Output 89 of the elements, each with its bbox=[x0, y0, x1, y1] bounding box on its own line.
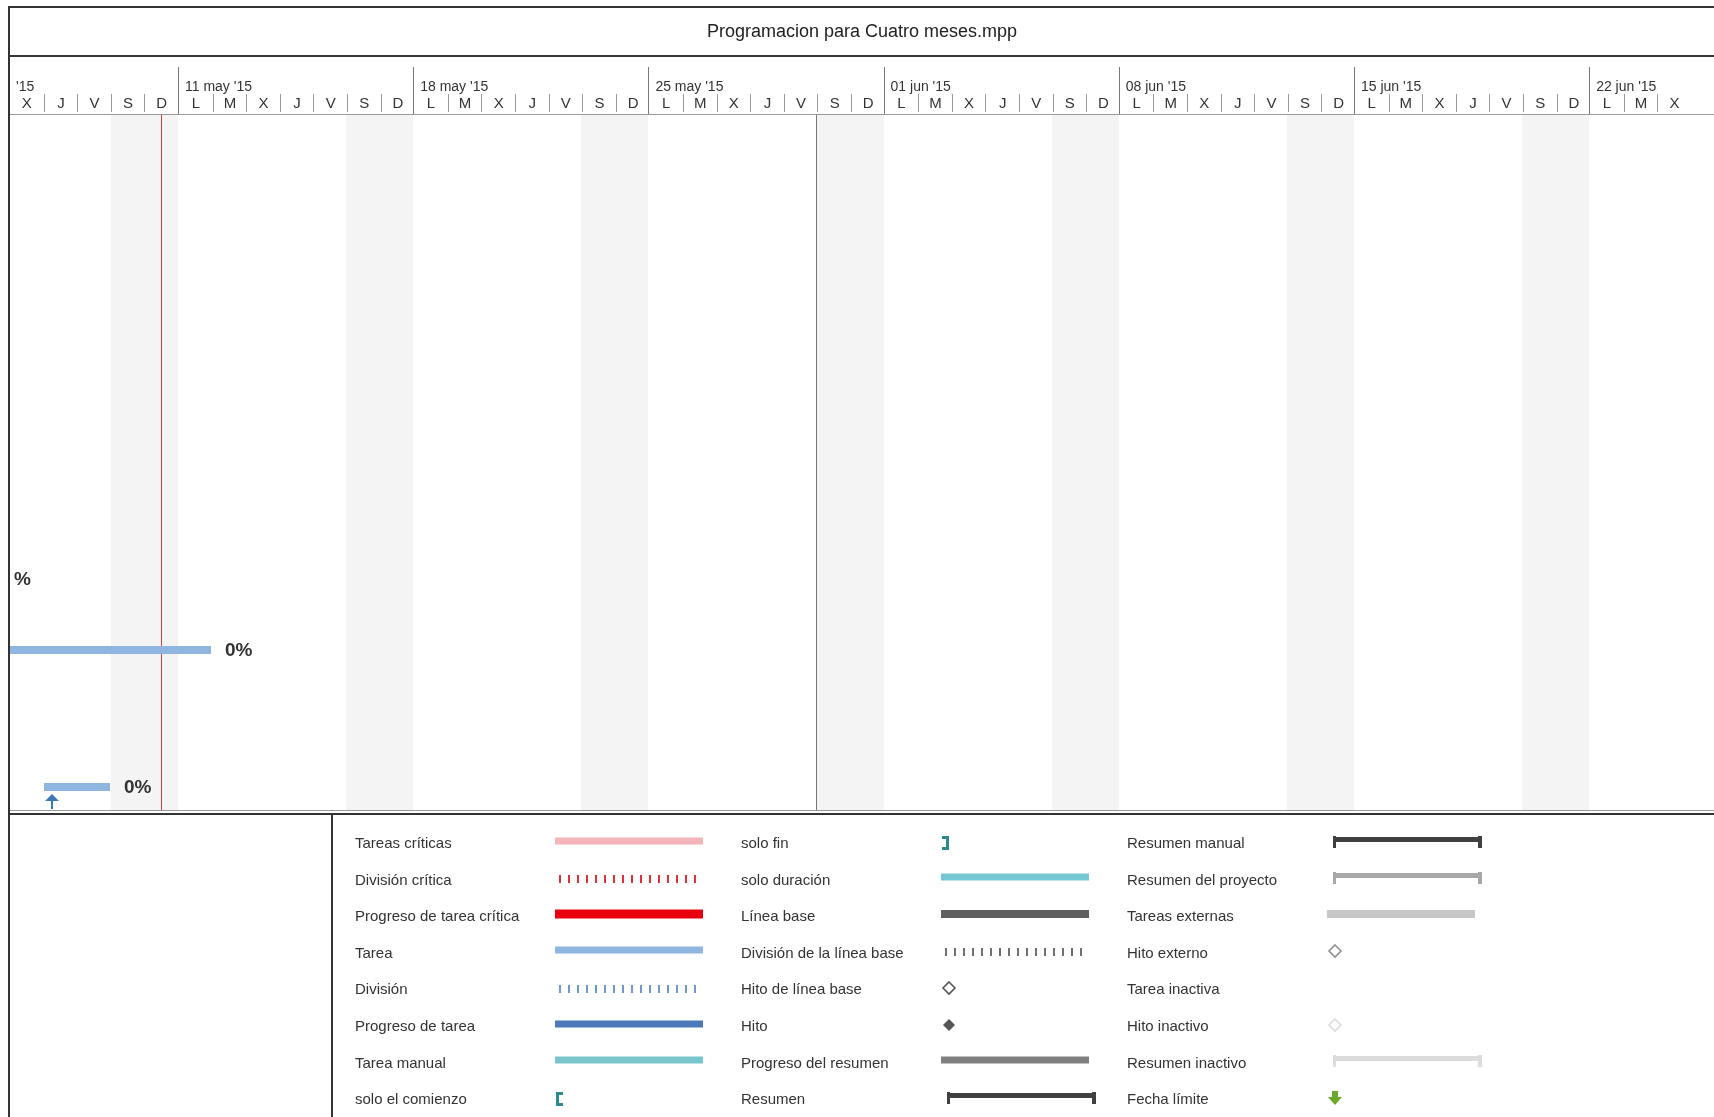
legend-label: Hito externo bbox=[1127, 943, 1209, 961]
day-label: S bbox=[582, 93, 616, 112]
day-label: X bbox=[246, 93, 280, 112]
legend-label: Progreso de tarea crítica bbox=[355, 907, 521, 925]
legend-label: Tareas externas bbox=[1127, 907, 1235, 925]
legend-label: Fecha límite bbox=[1127, 1090, 1210, 1108]
day-label: L bbox=[425, 93, 437, 112]
day-label: X bbox=[1657, 93, 1691, 112]
percent-complete-label: % bbox=[14, 567, 31, 590]
day-label: L bbox=[661, 93, 672, 112]
day-label: V bbox=[783, 93, 818, 112]
legend-label: Resumen del proyecto bbox=[1127, 870, 1279, 888]
legend-label: Tarea inactiva bbox=[1127, 980, 1221, 998]
day-label: X bbox=[481, 93, 515, 112]
day-label: J bbox=[1455, 93, 1490, 112]
week-label: '15 bbox=[15, 77, 35, 94]
day-label: J bbox=[985, 93, 1019, 112]
day-label: L bbox=[1131, 93, 1142, 112]
legend-label: Progreso de tarea bbox=[355, 1017, 477, 1034]
task-bar[interactable] bbox=[44, 782, 110, 791]
day-label: D bbox=[1086, 93, 1120, 112]
day-label: X bbox=[716, 93, 751, 112]
legend-label: División crítica bbox=[355, 870, 453, 888]
legend-label: Resumen inactivo bbox=[1127, 1053, 1248, 1071]
legend-label: Tarea bbox=[355, 943, 394, 961]
day-label: M bbox=[682, 93, 717, 112]
day-label: S bbox=[1522, 93, 1557, 112]
legend-label: solo el comienzo bbox=[355, 1090, 468, 1108]
day-label: J bbox=[43, 93, 78, 112]
day-label: V bbox=[1489, 93, 1523, 112]
legend-label: Resumen manual bbox=[1127, 834, 1246, 852]
legend-label: Progreso del resumen bbox=[741, 1053, 890, 1071]
day-label: J bbox=[750, 93, 784, 112]
day-label: V bbox=[77, 93, 111, 112]
legend-label: Hito inactivo bbox=[1127, 1017, 1210, 1034]
day-label: J bbox=[279, 93, 314, 112]
week-label: 01 jun '15 bbox=[889, 77, 951, 94]
week-label: 08 jun '15 bbox=[1124, 77, 1187, 94]
day-label: X bbox=[1186, 93, 1221, 112]
legend-label: solo fin bbox=[741, 834, 790, 852]
day-label: M bbox=[918, 93, 952, 112]
legend-label: Hito de línea base bbox=[741, 980, 863, 998]
day-label: S bbox=[1052, 93, 1087, 112]
day-label: J bbox=[514, 93, 549, 112]
day-label: D bbox=[1556, 93, 1591, 112]
day-label: M bbox=[447, 93, 482, 112]
week-label: 25 may '15 bbox=[654, 77, 724, 94]
day-label: S bbox=[110, 93, 145, 112]
task-bar[interactable] bbox=[10, 645, 211, 654]
legend-label: Hito bbox=[741, 1017, 769, 1034]
legend-label: Tarea manual bbox=[355, 1053, 447, 1071]
day-label: V bbox=[548, 93, 583, 112]
legend-label: Tareas críticas bbox=[355, 834, 453, 852]
day-label: D bbox=[380, 93, 415, 112]
day-label: X bbox=[1422, 93, 1456, 112]
legend-label: División bbox=[355, 980, 409, 998]
day-label: V bbox=[313, 93, 347, 112]
day-label: S bbox=[817, 93, 851, 112]
percent-complete-label: 0% bbox=[124, 775, 152, 798]
legend-label: Línea base bbox=[741, 907, 817, 925]
day-label: L bbox=[1601, 93, 1613, 112]
day-label: M bbox=[1153, 93, 1187, 112]
legend-label: Resumen bbox=[741, 1090, 807, 1108]
day-label: L bbox=[190, 93, 201, 112]
day-label: S bbox=[346, 93, 381, 112]
day-label: M bbox=[212, 93, 247, 112]
day-label: L bbox=[1366, 93, 1377, 112]
legend-label: División de la línea base bbox=[741, 943, 905, 961]
week-label: 11 may '15 bbox=[184, 77, 252, 94]
week-label: 15 jun '15 bbox=[1359, 77, 1422, 94]
week-label: 18 may '15 bbox=[419, 77, 489, 94]
percent-complete-label: 0% bbox=[225, 638, 253, 661]
document-title: Programacion para Cuatro meses.mpp bbox=[706, 20, 1018, 42]
day-label: X bbox=[951, 93, 986, 112]
day-label: L bbox=[896, 93, 907, 112]
day-label: D bbox=[144, 93, 178, 112]
day-label: S bbox=[1287, 93, 1322, 112]
week-label: 22 jun '15 bbox=[1595, 77, 1657, 94]
day-label: V bbox=[1018, 93, 1053, 112]
arrow-up-icon bbox=[44, 792, 60, 809]
day-label: D bbox=[850, 93, 885, 112]
day-label: D bbox=[615, 93, 650, 112]
day-label: M bbox=[1623, 93, 1658, 112]
day-label: V bbox=[1254, 93, 1288, 112]
legend-label: solo duración bbox=[741, 870, 832, 888]
day-label: J bbox=[1220, 93, 1255, 112]
day-label: X bbox=[20, 93, 33, 112]
day-label: D bbox=[1321, 93, 1355, 112]
day-label: M bbox=[1388, 93, 1423, 112]
